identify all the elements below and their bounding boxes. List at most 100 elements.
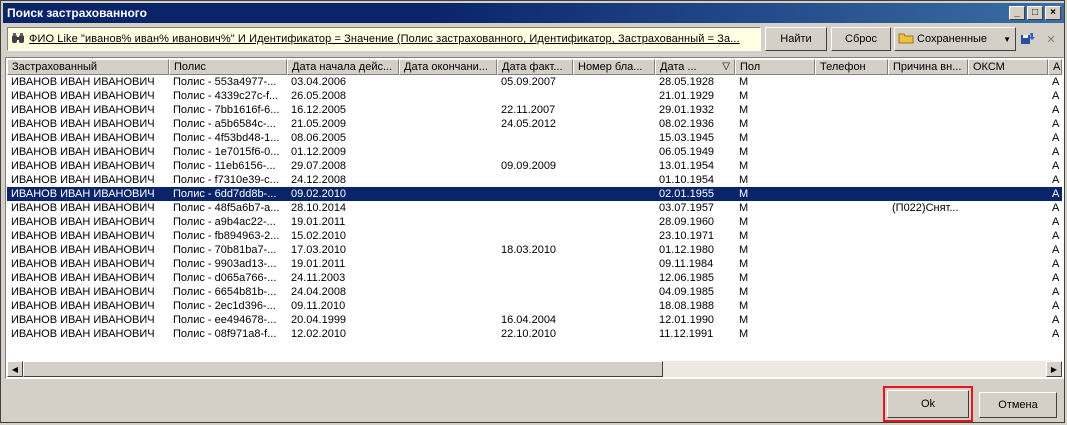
- table-cell: М: [739, 300, 749, 312]
- table-cell: А: [1052, 202, 1060, 214]
- column-header[interactable]: ОКСМ: [968, 59, 1048, 75]
- table-cell: [573, 201, 655, 215]
- table-row[interactable]: ИВАНОВ ИВАН ИВАНОВИЧ Полис - ee494678-...…: [7, 313, 1062, 327]
- table-cell: 18.08.1988: [659, 300, 715, 312]
- table-row[interactable]: ИВАНОВ ИВАН ИВАНОВИЧ Полис - 6dd7dd8b-...…: [7, 187, 1062, 201]
- saved-filters-button[interactable]: Сохраненные ▼: [894, 27, 1016, 51]
- column-header[interactable]: Дата начала дейс...: [287, 59, 399, 75]
- table-row[interactable]: ИВАНОВ ИВАН ИВАНОВИЧ Полис - 11eb6156-...…: [7, 159, 1062, 173]
- column-header[interactable]: Дата факт...: [497, 59, 573, 75]
- horizontal-scrollbar[interactable]: ◀ ▶: [7, 361, 1062, 377]
- table-cell: [573, 103, 655, 117]
- table-cell: [573, 313, 655, 327]
- toolbar: ФИО Like "иванов% иван% иванович%" И Иде…: [5, 27, 1062, 53]
- table-cell: М: [739, 90, 749, 102]
- table-row[interactable]: ИВАНОВ ИВАН ИВАНОВИЧ Полис - fb894963-2..…: [7, 229, 1062, 243]
- arrow-left-icon: ◀: [11, 364, 19, 374]
- table-cell: [968, 271, 1048, 285]
- table-row[interactable]: ИВАНОВ ИВАН ИВАНОВИЧ Полис - 2ec1d396-...…: [7, 299, 1062, 313]
- table-cell: Полис - ee494678-...: [173, 314, 277, 326]
- save-filter-button[interactable]: [1017, 27, 1039, 51]
- table-cell: М: [739, 286, 749, 298]
- maximize-icon: □: [1031, 7, 1039, 18]
- column-header[interactable]: Застрахованный: [7, 59, 169, 75]
- table-cell: [815, 131, 888, 145]
- table-cell: М: [739, 188, 749, 200]
- delete-icon: ✕: [1046, 33, 1056, 46]
- delete-filter-button[interactable]: ✕: [1041, 27, 1061, 51]
- column-header[interactable]: А: [1048, 59, 1062, 75]
- table-cell: Полис - 08f971a8-f...: [173, 328, 277, 340]
- table-cell: 21.05.2009: [291, 118, 347, 130]
- reset-label: Сброс: [845, 33, 877, 45]
- column-header[interactable]: Телефон: [815, 59, 888, 75]
- scroll-track[interactable]: [23, 361, 1046, 377]
- table-cell: [815, 173, 888, 187]
- table-cell: [399, 145, 497, 159]
- table-row[interactable]: ИВАНОВ ИВАН ИВАНОВИЧ Полис - 70b81ba7-...…: [7, 243, 1062, 257]
- table-cell: [573, 187, 655, 201]
- table-row[interactable]: ИВАНОВ ИВАН ИВАНОВИЧ Полис - d065a766-...…: [7, 271, 1062, 285]
- table-row[interactable]: ИВАНОВ ИВАН ИВАНОВИЧ Полис - 4f53bd48-1..…: [7, 131, 1062, 145]
- table-cell: Полис - fb894963-2...: [173, 230, 280, 242]
- table-row[interactable]: ИВАНОВ ИВАН ИВАНОВИЧ Полис - 1e7015f6-0..…: [7, 145, 1062, 159]
- title-bar: Поиск застрахованного _ □ ×: [3, 3, 1064, 23]
- window-title: Поиск застрахованного: [7, 6, 147, 20]
- cancel-button[interactable]: Отмена: [979, 392, 1057, 418]
- column-header[interactable]: Дата окончани...: [399, 59, 497, 75]
- table-row[interactable]: ИВАНОВ ИВАН ИВАНОВИЧ Полис - 48f5a6b7-a..…: [7, 201, 1062, 215]
- table-cell: ИВАНОВ ИВАН ИВАНОВИЧ: [11, 314, 155, 326]
- close-button[interactable]: ×: [1045, 6, 1061, 20]
- column-header[interactable]: Дата ... ▽: [655, 59, 735, 75]
- table-cell: ИВАНОВ ИВАН ИВАНОВИЧ: [11, 300, 155, 312]
- column-header[interactable]: Номер бла...: [573, 59, 655, 75]
- table-cell: М: [739, 258, 749, 270]
- scroll-right-button[interactable]: ▶: [1046, 361, 1062, 377]
- table-cell: Полис - 70b81ba7-...: [173, 244, 277, 256]
- table-row[interactable]: ИВАНОВ ИВАН ИВАНОВИЧ Полис - 7bb1616f-6..…: [7, 103, 1062, 117]
- table-cell: [399, 75, 497, 89]
- find-button[interactable]: Найти: [765, 27, 827, 51]
- column-header[interactable]: Причина вн...: [888, 59, 968, 75]
- find-label: Найти: [780, 33, 812, 45]
- table-row[interactable]: ИВАНОВ ИВАН ИВАНОВИЧ Полис - f7310e39-c..…: [7, 173, 1062, 187]
- table-cell: 19.01.2011: [291, 258, 346, 270]
- table-cell: 09.02.2010: [291, 188, 347, 200]
- table-row[interactable]: ИВАНОВ ИВАН ИВАНОВИЧ Полис - 9903ad13-...…: [7, 257, 1062, 271]
- table-row[interactable]: ИВАНОВ ИВАН ИВАНОВИЧ Полис - 08f971a8-f..…: [7, 327, 1062, 341]
- scroll-thumb[interactable]: [23, 361, 663, 377]
- table-cell: [888, 243, 968, 257]
- search-insured-dialog: Поиск застрахованного _ □ × ФИО Like "ив…: [0, 0, 1065, 423]
- column-header[interactable]: Пол: [735, 59, 815, 75]
- table-body: ИВАНОВ ИВАН ИВАНОВИЧ Полис - 553a4977-...…: [7, 75, 1062, 341]
- table-row[interactable]: ИВАНОВ ИВАН ИВАНОВИЧ Полис - 6654b81b-...…: [7, 285, 1062, 299]
- table-row[interactable]: ИВАНОВ ИВАН ИВАНОВИЧ Полис - 553a4977-...…: [7, 75, 1062, 89]
- filter-expression[interactable]: ФИО Like "иванов% иван% иванович%" И Иде…: [7, 27, 761, 51]
- table-row[interactable]: ИВАНОВ ИВАН ИВАНОВИЧ Полис - a9b4ac22-...…: [7, 215, 1062, 229]
- table-cell: 11.12.1991: [659, 328, 714, 340]
- table-cell: Полис - 9903ad13-...: [173, 258, 277, 270]
- table-cell: ИВАНОВ ИВАН ИВАНОВИЧ: [11, 90, 155, 102]
- table-cell: ИВАНОВ ИВАН ИВАНОВИЧ: [11, 76, 155, 88]
- maximize-button[interactable]: □: [1027, 6, 1043, 20]
- table-cell: [399, 159, 497, 173]
- table-cell: ИВАНОВ ИВАН ИВАНОВИЧ: [11, 118, 155, 130]
- table-cell: 24.12.2008: [291, 174, 347, 186]
- table-cell: 20.04.1999: [291, 314, 347, 326]
- table-cell: А: [1052, 160, 1060, 172]
- scroll-left-button[interactable]: ◀: [7, 361, 23, 377]
- table-cell: [399, 103, 497, 117]
- table-cell: [573, 215, 655, 229]
- table-row[interactable]: ИВАНОВ ИВАН ИВАНОВИЧ Полис - a5b6584c-...…: [7, 117, 1062, 131]
- table-cell: [888, 285, 968, 299]
- table-cell: [815, 243, 888, 257]
- column-header[interactable]: Полис: [169, 59, 287, 75]
- table-row[interactable]: ИВАНОВ ИВАН ИВАНОВИЧ Полис - 4339c27c-f..…: [7, 89, 1062, 103]
- reset-button[interactable]: Сброс: [831, 27, 891, 51]
- minimize-button[interactable]: _: [1009, 6, 1025, 20]
- table-cell: [497, 299, 573, 313]
- table-cell: 15.03.1945: [659, 132, 715, 144]
- table-cell: [888, 229, 968, 243]
- table-cell: [815, 229, 888, 243]
- table-cell: А: [1052, 258, 1060, 270]
